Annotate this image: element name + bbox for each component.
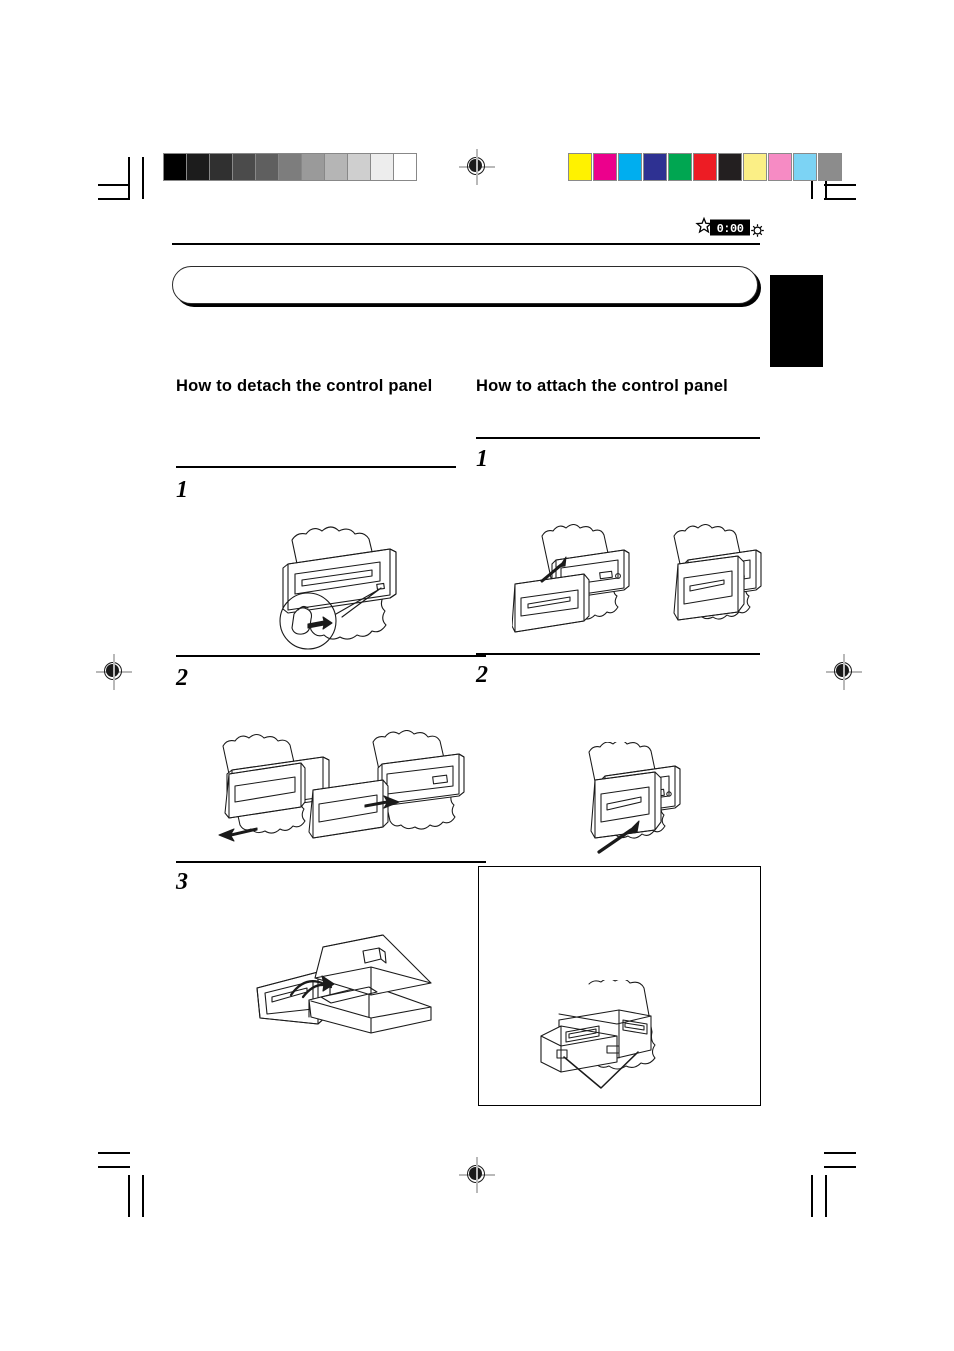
color-swatch xyxy=(593,153,617,181)
section-title-banner xyxy=(172,266,758,304)
crop-mark-bottom-right-v xyxy=(811,1175,813,1217)
grayscale-swatch xyxy=(210,154,233,180)
crop-mark-bottom-left-v xyxy=(128,1175,130,1217)
grayscale-swatch xyxy=(187,154,210,180)
crop-mark-bottom-left-h xyxy=(98,1152,130,1154)
grayscale-swatch xyxy=(394,154,416,180)
color-swatch xyxy=(568,153,592,181)
attach-step-2-rule xyxy=(476,653,760,656)
grayscale-step-wedge xyxy=(163,153,417,181)
crop-mark-top-left-h2 xyxy=(98,198,130,200)
header-rule xyxy=(172,243,760,246)
grayscale-swatch xyxy=(348,154,371,180)
color-swatch xyxy=(693,153,717,181)
crop-mark-bottom-left-v2 xyxy=(142,1175,144,1217)
color-swatch xyxy=(718,153,742,181)
color-swatch xyxy=(768,153,792,181)
grayscale-swatch xyxy=(371,154,394,180)
clock-display-text: 0:00 xyxy=(717,222,744,236)
heading-how-to-attach: How to attach the control panel xyxy=(476,377,728,395)
figure-press-panel-until-clicks xyxy=(565,742,740,857)
grayscale-swatch xyxy=(164,154,187,180)
crop-mark-bottom-right-v2 xyxy=(825,1175,827,1217)
registration-mark-bottom-center xyxy=(459,1157,495,1193)
chapter-thumb-tab xyxy=(770,275,823,367)
header-status-indicator: 0:00 xyxy=(694,216,766,240)
detach-step-1-rule xyxy=(176,466,456,469)
detach-step-2-rule xyxy=(176,655,486,658)
figure-panel-rear-connector-detail xyxy=(531,980,731,1100)
crop-mark-top-right-h xyxy=(824,184,856,186)
color-swatch xyxy=(618,153,642,181)
figure-faceplate-release-button-press xyxy=(250,518,460,650)
attach-step-2-number: 2 xyxy=(476,662,488,688)
heading-how-to-detach: How to detach the control panel xyxy=(176,377,433,395)
color-swatch xyxy=(643,153,667,181)
detach-step-2-number: 2 xyxy=(176,665,188,691)
color-swatch xyxy=(743,153,767,181)
color-swatch xyxy=(668,153,692,181)
figure-control-panel-into-carrying-case xyxy=(245,925,440,1045)
cmyk-color-control-bar xyxy=(568,153,843,181)
star-icon xyxy=(695,216,713,234)
figure-faceplate-slide-out-and-remove xyxy=(205,730,480,855)
sun-icon xyxy=(751,224,764,237)
color-swatch xyxy=(818,153,842,181)
registration-mark-top-center xyxy=(459,149,495,185)
crop-mark-top-right-h2 xyxy=(824,198,856,200)
crop-mark-bottom-right-h2 xyxy=(824,1166,856,1168)
grayscale-swatch xyxy=(279,154,302,180)
grayscale-swatch xyxy=(325,154,348,180)
detach-step-3-number: 3 xyxy=(176,869,188,895)
note-detail-box xyxy=(478,866,761,1106)
detach-step-1-number: 1 xyxy=(176,477,188,503)
figure-panel-left-edge-into-bracket xyxy=(512,524,764,648)
grayscale-swatch xyxy=(302,154,325,180)
attach-step-1-number: 1 xyxy=(476,446,488,472)
detach-step-3-rule xyxy=(176,861,486,864)
grayscale-swatch xyxy=(233,154,256,180)
attach-step-1-rule xyxy=(476,437,760,440)
crop-mark-bottom-left-h2 xyxy=(98,1166,130,1168)
crop-mark-bottom-right-h xyxy=(824,1152,856,1154)
grayscale-swatch xyxy=(256,154,279,180)
crop-mark-top-left-h xyxy=(98,184,130,186)
color-swatch xyxy=(793,153,817,181)
registration-mark-right-middle xyxy=(826,654,862,690)
crop-mark-top-left-v2 xyxy=(142,157,144,199)
crop-mark-top-left-v xyxy=(128,157,130,199)
registration-mark-left-middle xyxy=(96,654,132,690)
